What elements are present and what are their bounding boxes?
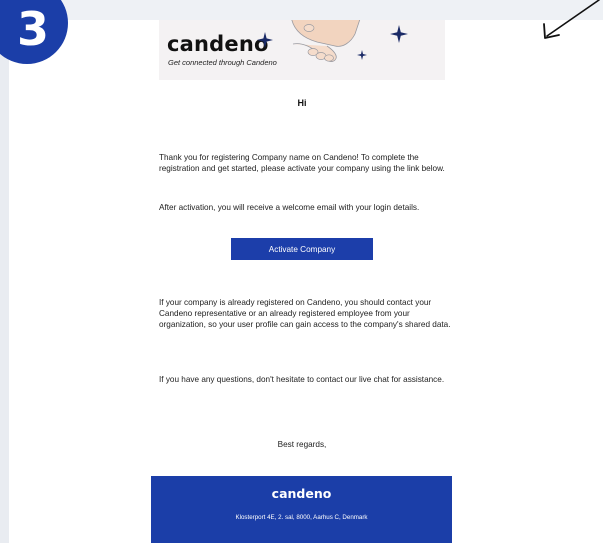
arrow-down-left-icon xyxy=(543,0,600,39)
activate-company-button[interactable]: Activate Company xyxy=(231,238,373,260)
footer-logo: candeno xyxy=(271,486,332,501)
top-band xyxy=(0,0,603,20)
intro-line: registration and get started, please act… xyxy=(159,164,445,173)
brand-tagline: Get connected through Candeno xyxy=(168,58,277,67)
greeting: Hi xyxy=(297,98,307,108)
intro-line: Thank you for registering Company name o… xyxy=(159,153,419,162)
questions-text: If you have any questions, don't hesitat… xyxy=(159,375,445,384)
header-banner: candeno Get connected through Candeno xyxy=(159,20,445,80)
sparkle-star-icon xyxy=(257,32,273,48)
left-edge xyxy=(0,0,9,543)
email-footer: candeno Klosterport 4E, 2. sal, 8000, Aa… xyxy=(151,476,452,543)
after-activation-text: After activation, you will receive a wel… xyxy=(159,203,420,212)
brand-logo: candeno xyxy=(167,32,269,56)
registered-line: If your company is already registered on… xyxy=(159,298,432,307)
step-number: 3 xyxy=(16,2,49,56)
handshake-icon xyxy=(291,20,361,62)
registered-line: Candeno representative or an already reg… xyxy=(159,309,410,318)
footer-address: Klosterport 4E, 2. sal, 8000, Aarhus C, … xyxy=(235,514,368,521)
intro-paragraph: Thank you for registering Company name o… xyxy=(159,152,455,174)
step-badge: 3 xyxy=(0,0,68,64)
sign-off: Best regards, xyxy=(277,440,327,449)
sparkle-star-icon xyxy=(357,50,367,60)
already-registered-paragraph: If your company is already registered on… xyxy=(159,297,455,330)
registered-line: organization, so your user profile can g… xyxy=(159,320,451,329)
sparkle-star-icon xyxy=(390,25,408,43)
